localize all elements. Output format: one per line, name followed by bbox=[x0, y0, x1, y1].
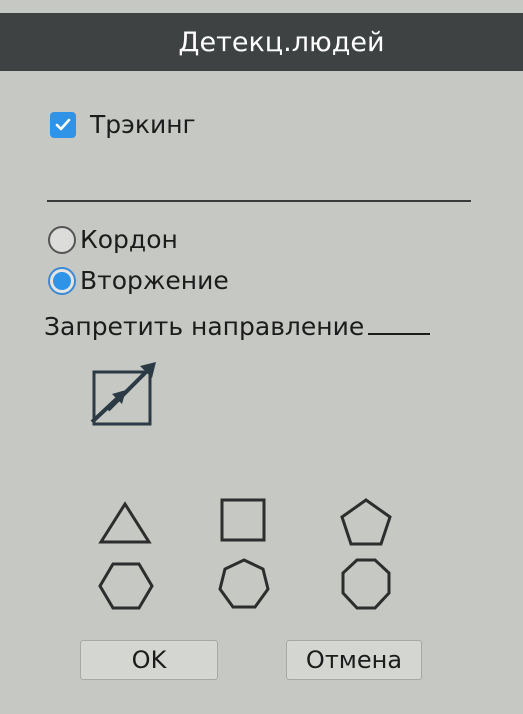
triangle-icon[interactable] bbox=[98, 500, 152, 546]
cancel-button[interactable]: Отмена bbox=[286, 640, 422, 680]
tracking-row[interactable]: Трэкинг bbox=[50, 110, 196, 139]
square-icon[interactable] bbox=[218, 496, 268, 544]
direction-row: Запретить направление bbox=[44, 312, 431, 341]
divider bbox=[47, 200, 471, 202]
checkmark-icon bbox=[55, 118, 71, 130]
direction-underline bbox=[368, 332, 431, 335]
radio-cordon-label: Кордон bbox=[80, 225, 178, 254]
heptagon-icon[interactable] bbox=[215, 556, 273, 614]
ok-button[interactable]: OK bbox=[80, 640, 218, 680]
radio-cordon-button[interactable] bbox=[48, 225, 76, 254]
radio-intrusion-label: Вторжение bbox=[80, 266, 229, 295]
tracking-label: Трэкинг bbox=[90, 110, 196, 139]
radio-cordon[interactable]: Кордон bbox=[48, 225, 178, 254]
hexagon-icon[interactable] bbox=[97, 560, 155, 612]
title-bar: Детекц.людей bbox=[0, 13, 523, 71]
direction-label: Запретить направление bbox=[44, 312, 365, 341]
direction-icon[interactable] bbox=[86, 362, 158, 428]
tracking-checkbox[interactable] bbox=[50, 111, 76, 138]
pentagon-icon[interactable] bbox=[338, 496, 394, 548]
radio-intrusion-button[interactable] bbox=[48, 266, 76, 295]
octagon-icon[interactable] bbox=[337, 556, 395, 614]
dialog: Детекц.людей Трэкинг Кордон Вторжение За… bbox=[0, 0, 523, 714]
dialog-title: Детекц.людей bbox=[178, 26, 385, 58]
radio-intrusion[interactable]: Вторжение bbox=[48, 266, 229, 295]
